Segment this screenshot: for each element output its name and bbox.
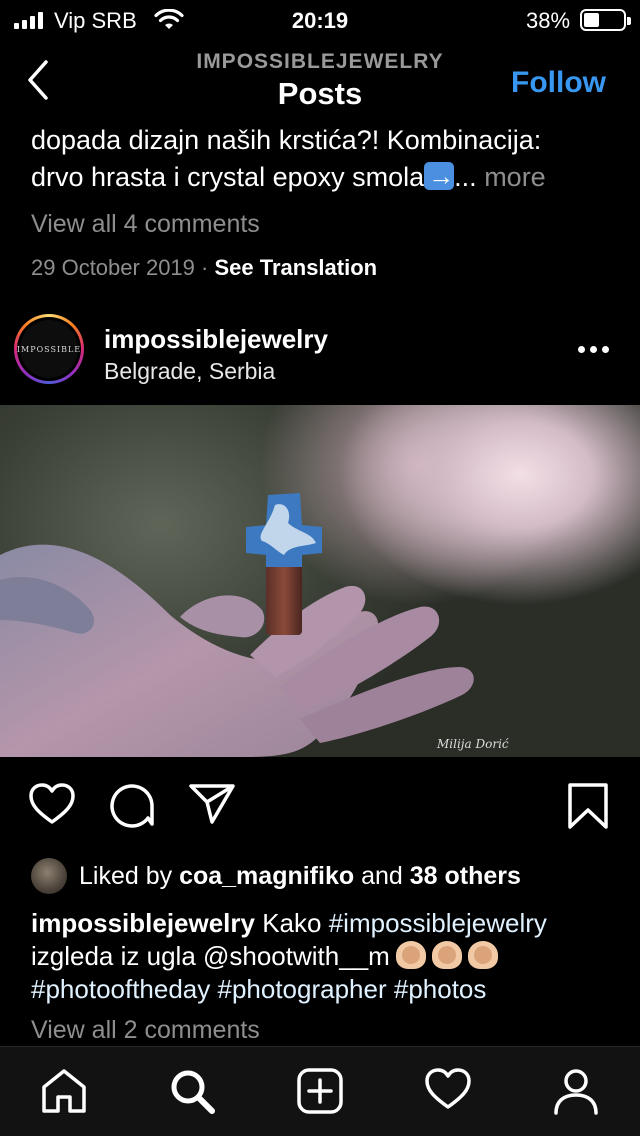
clap-emoji-icon [467, 941, 498, 969]
see-translation-link[interactable]: See Translation [214, 255, 377, 280]
battery-icon [580, 9, 631, 31]
post-caption: impossiblejewelry Kako #impossiblejewelr… [31, 908, 547, 1004]
hand-with-cross-illustration [0, 493, 474, 757]
activity-icon[interactable] [424, 1067, 472, 1111]
liker-username[interactable]: coa_magnifiko [179, 862, 354, 891]
post-image[interactable]: Milija Dorić [0, 405, 640, 757]
post-date: 29 October 2019 [31, 255, 195, 280]
profile-icon[interactable] [552, 1067, 600, 1115]
view-comments-link[interactable]: View all 2 comments [31, 1016, 260, 1045]
more-link[interactable]: more [484, 162, 546, 192]
post-header: IMPOSSIBLE impossiblejewelry Belgrade, S… [0, 310, 640, 404]
caption-text: dopada dizajn naših krstića?! Kombinacij… [31, 122, 621, 196]
likes-others[interactable]: 38 others [410, 862, 521, 891]
nav-header: IMPOSSIBLEJEWELRY Posts Follow [0, 40, 640, 126]
status-bar: Vip SRB 20:19 38% [0, 0, 640, 40]
view-comments-link[interactable]: View all 4 comments [31, 210, 621, 239]
more-options-icon[interactable] [578, 346, 610, 356]
liker-avatar [31, 858, 67, 894]
share-icon[interactable] [188, 782, 236, 826]
hashtag-link[interactable]: #impossiblejewelry [329, 908, 547, 938]
photo-signature: Milija Dorić [437, 737, 509, 751]
clap-emoji-icon [431, 941, 462, 969]
battery-percent: 38% [526, 8, 571, 33]
hashtags-line[interactable]: #photooftheday #photographer #photos [31, 974, 486, 1004]
post-actions [0, 770, 640, 840]
likes-row[interactable]: Liked by coa_magnifiko and 38 others [31, 858, 521, 894]
arrow-right-emoji-icon [424, 158, 455, 195]
comment-icon[interactable] [108, 782, 156, 828]
new-post-icon[interactable] [296, 1067, 344, 1115]
caption-username[interactable]: impossiblejewelry [31, 908, 255, 938]
heart-icon[interactable] [28, 782, 76, 826]
avatar[interactable]: IMPOSSIBLE [14, 314, 84, 384]
follow-button[interactable]: Follow [511, 66, 606, 100]
post-username[interactable]: impossiblejewelry [104, 324, 328, 355]
previous-post-caption: dopada dizajn naših krstića?! Kombinacij… [31, 122, 621, 281]
home-icon[interactable] [40, 1067, 88, 1115]
tab-bar [0, 1046, 640, 1136]
post-meta: 29 October 2019 · See Translation [31, 255, 378, 280]
search-icon[interactable] [168, 1067, 216, 1115]
avatar-logo-text: IMPOSSIBLE [16, 344, 82, 354]
clap-emoji-icon [395, 941, 426, 969]
post-location[interactable]: Belgrade, Serbia [104, 358, 275, 385]
bookmark-icon[interactable] [566, 782, 610, 830]
